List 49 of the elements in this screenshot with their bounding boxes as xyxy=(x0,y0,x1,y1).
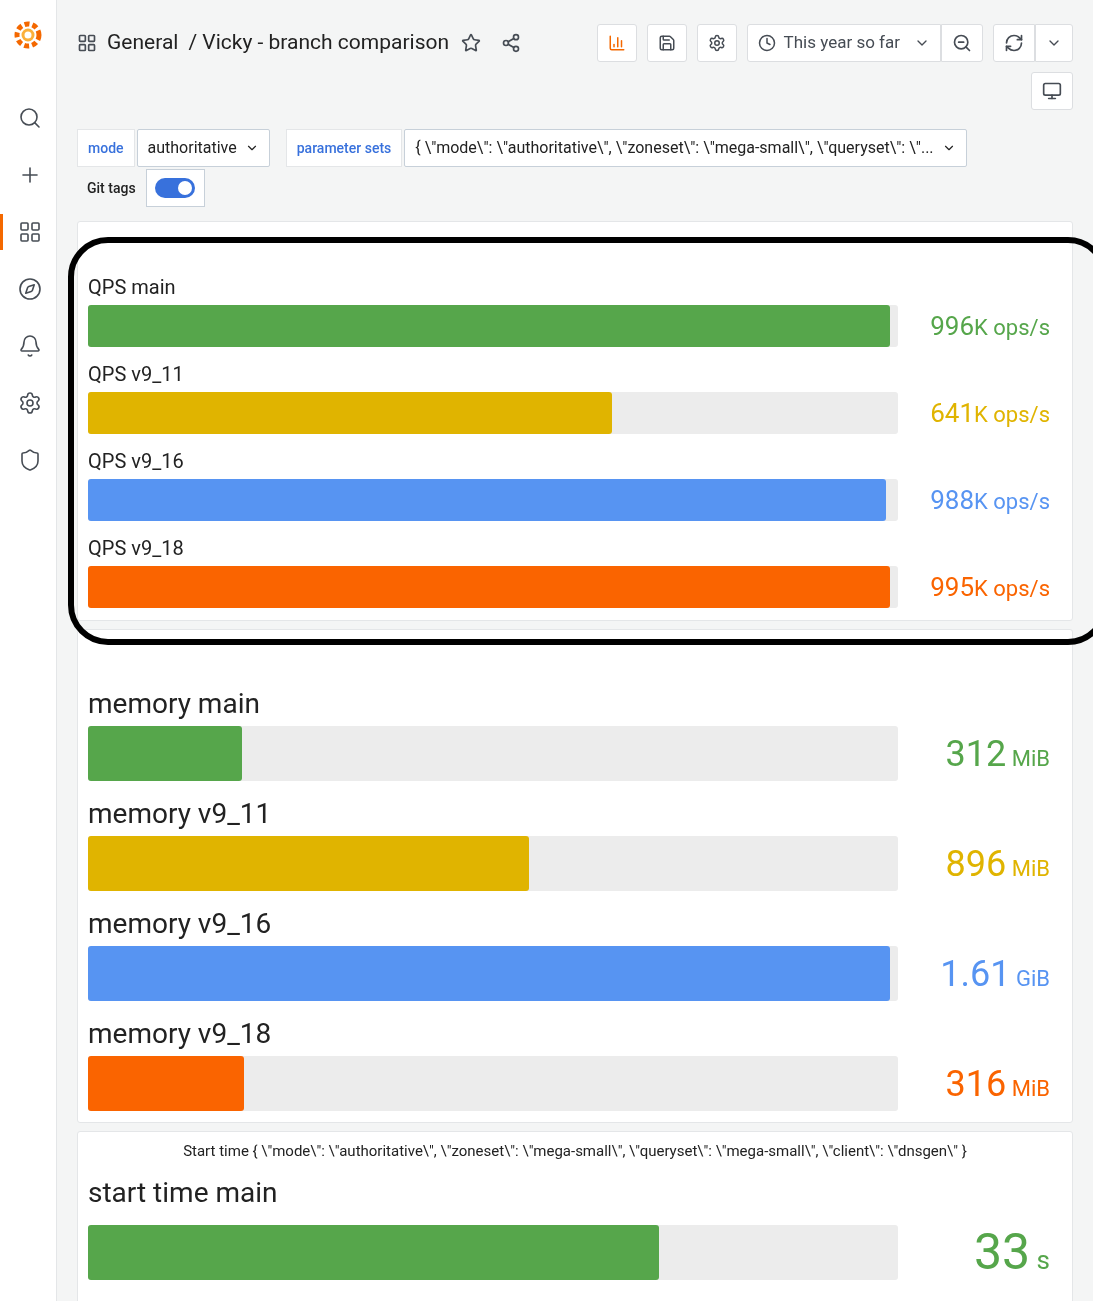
bell-icon[interactable] xyxy=(17,334,42,358)
bar-label: QPS v9_18 xyxy=(88,535,185,562)
bar-label: memory v9_18 xyxy=(88,1016,273,1052)
bar-value: 1.61 GiB xyxy=(939,951,1051,997)
bar-value: 316 MiB xyxy=(944,1061,1051,1107)
settings-icon xyxy=(707,34,726,52)
dashboard-title[interactable]: / Vicky - branch comparison xyxy=(188,27,450,59)
refresh-button[interactable] xyxy=(993,24,1035,62)
grid-icon[interactable] xyxy=(17,220,42,244)
bar-value: 33 s xyxy=(972,1221,1051,1283)
clock-icon xyxy=(757,34,776,52)
bar-value: 988K ops/s xyxy=(929,483,1051,517)
view-mode-button[interactable] xyxy=(1031,72,1073,110)
add-panel-button[interactable] xyxy=(596,24,637,62)
bar-label: QPS v9_16 xyxy=(88,448,185,475)
settings-icon[interactable] xyxy=(17,391,42,415)
bar-label: memory v9_11 xyxy=(88,796,273,832)
bar-value: 641 K ops/s xyxy=(929,396,1051,430)
variable-label: Git tags xyxy=(86,178,137,198)
breadcrumb-link[interactable]: General xyxy=(107,27,179,59)
save-button[interactable] xyxy=(646,24,687,62)
bar-label: QPS v9_11 xyxy=(88,361,185,388)
compass-icon[interactable] xyxy=(17,277,42,301)
save-icon xyxy=(657,34,676,52)
panel-title: Start time { \"mode\": \"authoritative\", \"zoneset\": \"mega-small\", \"queryset\": \"mega-small\", \"client\": \"dnsgen\" } xyxy=(182,1141,968,1162)
share-icon[interactable] xyxy=(501,33,522,53)
bar-value: 995K ops/s xyxy=(929,570,1051,604)
variable-dropdown[interactable]: { \"mode\": \"authoritative\", \"zoneset\": \"mega-small\", \"queryset\": \"... xyxy=(404,129,967,167)
bar-value: 312 MiB xyxy=(944,731,1051,777)
bar-label: QPS main xyxy=(88,274,177,301)
star-icon[interactable] xyxy=(461,33,482,53)
variable-label: parameter sets xyxy=(285,129,403,167)
bar-value: 896 MiB xyxy=(944,841,1051,887)
settings-button[interactable] xyxy=(696,24,737,62)
time-range-picker[interactable]: This year so far xyxy=(746,24,941,62)
bar-value: 996K ops/s xyxy=(929,309,1051,343)
zoom-out-button[interactable] xyxy=(941,24,983,62)
variable-dropdown[interactable]: authoritative xyxy=(136,129,270,167)
grid-icon xyxy=(77,33,97,53)
git-tags-switch[interactable] xyxy=(145,169,205,207)
variable-label: mode xyxy=(77,129,135,167)
monitor-icon xyxy=(1042,81,1062,101)
zoom-out-icon xyxy=(952,33,972,53)
bar-label: memory v9_16 xyxy=(88,906,273,942)
bar-label: start time main xyxy=(88,1174,279,1211)
search-icon[interactable] xyxy=(17,106,42,130)
refresh-icon xyxy=(1004,33,1024,53)
bar-label: memory main xyxy=(88,686,261,722)
add-panel-icon xyxy=(607,34,626,52)
